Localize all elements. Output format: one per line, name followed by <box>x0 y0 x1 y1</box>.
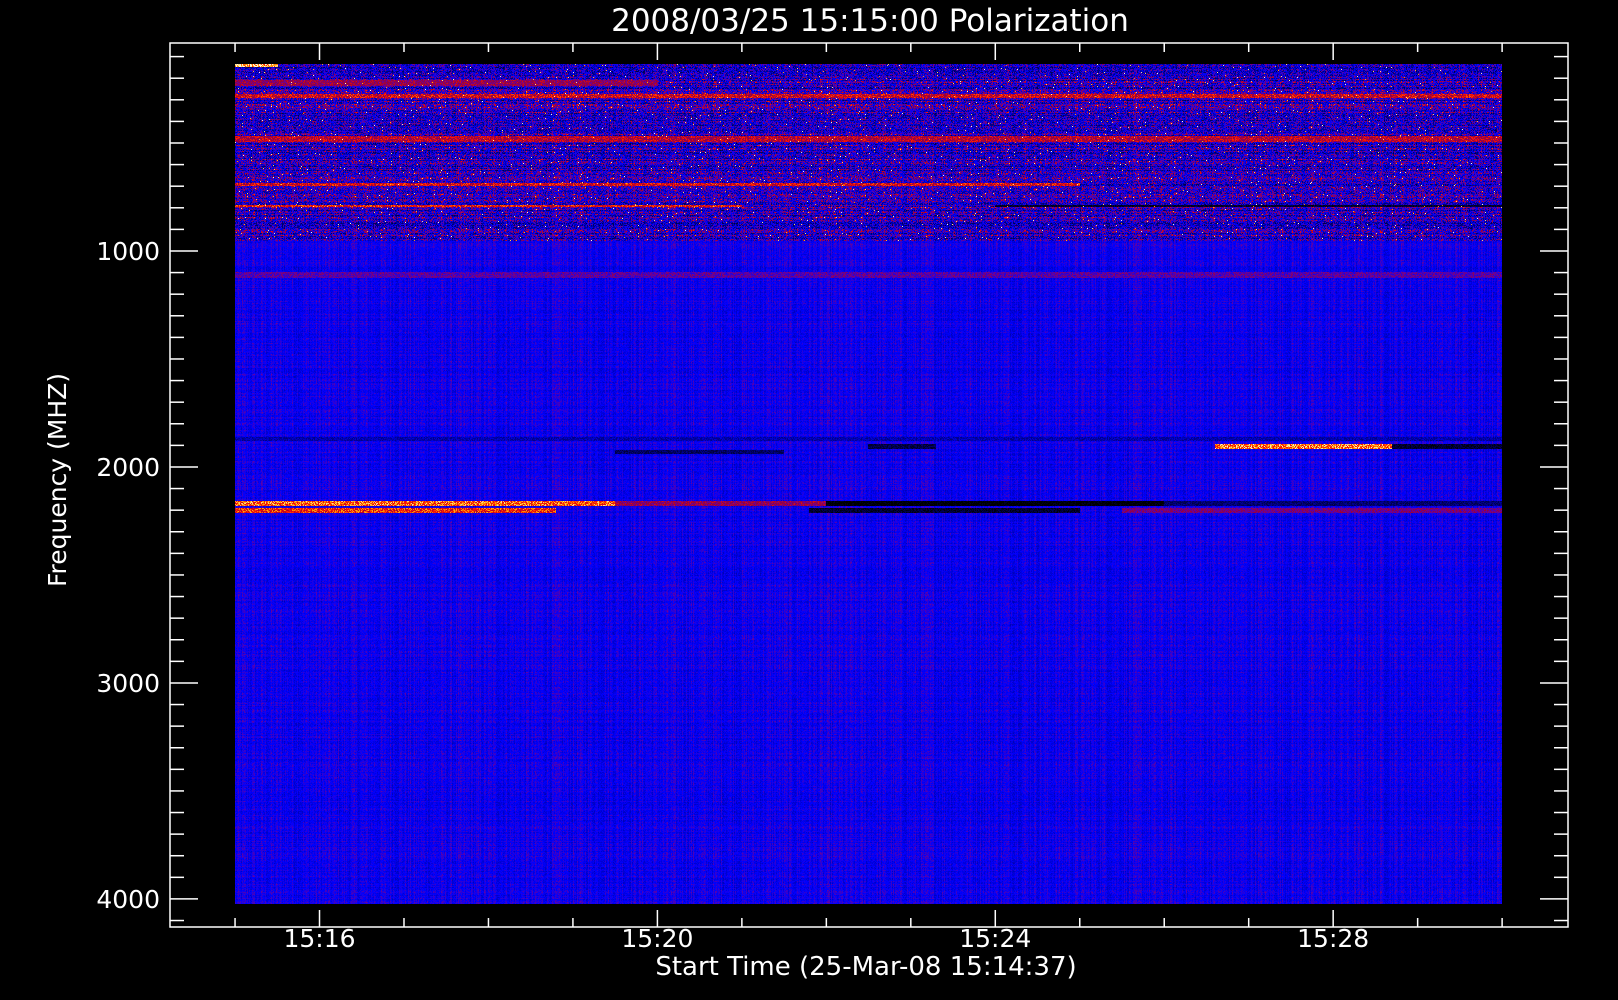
axis-ticks: 1000 2000 3000 4000 15:16 15:20 15:24 15:28 <box>96 43 1568 953</box>
x-tick-label: 15:24 <box>959 924 1031 953</box>
y-tick-label: 2000 <box>96 453 160 482</box>
x-tick-label: 15:16 <box>283 924 355 953</box>
plot-frame <box>169 42 1569 928</box>
y-tick-label: 1000 <box>96 237 160 266</box>
y-axis-label: Frequency (MHZ) <box>43 373 72 587</box>
y-tick-label: 4000 <box>96 885 160 914</box>
x-axis-label: Start Time (25-Mar-08 15:14:37) <box>655 952 1076 982</box>
spectrogram-figure: 2008/03/25 15:15:00 Polarization 1000 200… <box>0 0 1618 1000</box>
chart-axes: 2008/03/25 15:15:00 Polarization 1000 200… <box>43 3 1569 982</box>
x-tick-label: 15:20 <box>621 924 693 953</box>
chart-title: 2008/03/25 15:15:00 Polarization <box>611 3 1129 39</box>
y-tick-label: 3000 <box>96 669 160 698</box>
x-tick-label: 15:28 <box>1297 924 1369 953</box>
